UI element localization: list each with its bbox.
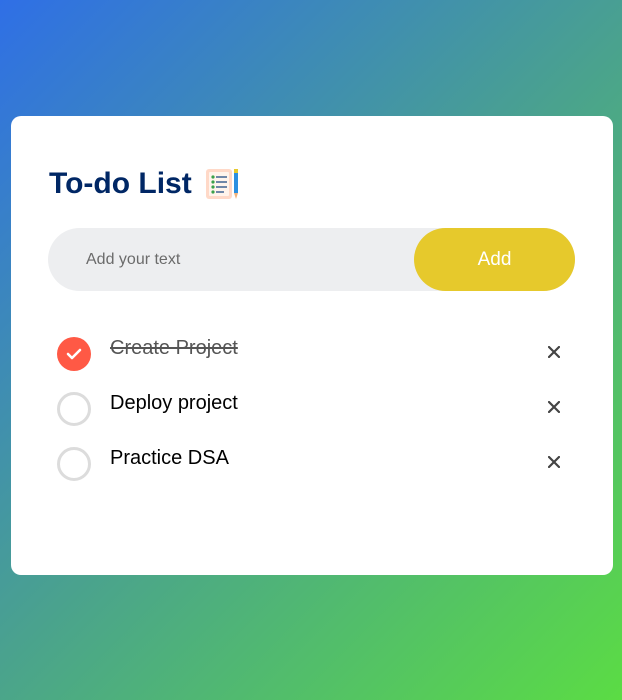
task-item[interactable]: Create Project xyxy=(57,334,567,371)
todo-card: To-do List Add your text Add Create Proj… xyxy=(11,116,613,575)
task-item[interactable]: Deploy project xyxy=(57,389,567,426)
task-checkbox-checked[interactable] xyxy=(57,337,91,371)
task-text: Deploy project xyxy=(110,392,238,414)
delete-task-button[interactable] xyxy=(541,339,567,365)
add-button[interactable]: Add xyxy=(414,228,575,291)
task-item[interactable]: Practice DSA xyxy=(57,444,567,481)
delete-task-button[interactable] xyxy=(541,394,567,420)
close-icon xyxy=(548,346,560,358)
checkmark-icon xyxy=(66,348,82,360)
close-icon xyxy=(548,456,560,468)
task-text: Create Project xyxy=(110,337,238,359)
add-task-row: Add xyxy=(48,228,575,291)
task-checkbox[interactable] xyxy=(57,447,91,481)
task-checkbox[interactable] xyxy=(57,392,91,426)
task-text: Practice DSA xyxy=(110,447,229,469)
delete-task-button[interactable] xyxy=(541,449,567,475)
notepad-list-icon xyxy=(204,167,240,201)
task-input[interactable] xyxy=(48,228,408,291)
close-icon xyxy=(548,401,560,413)
title-row: To-do List xyxy=(49,166,240,202)
page-title: To-do List xyxy=(49,167,192,200)
